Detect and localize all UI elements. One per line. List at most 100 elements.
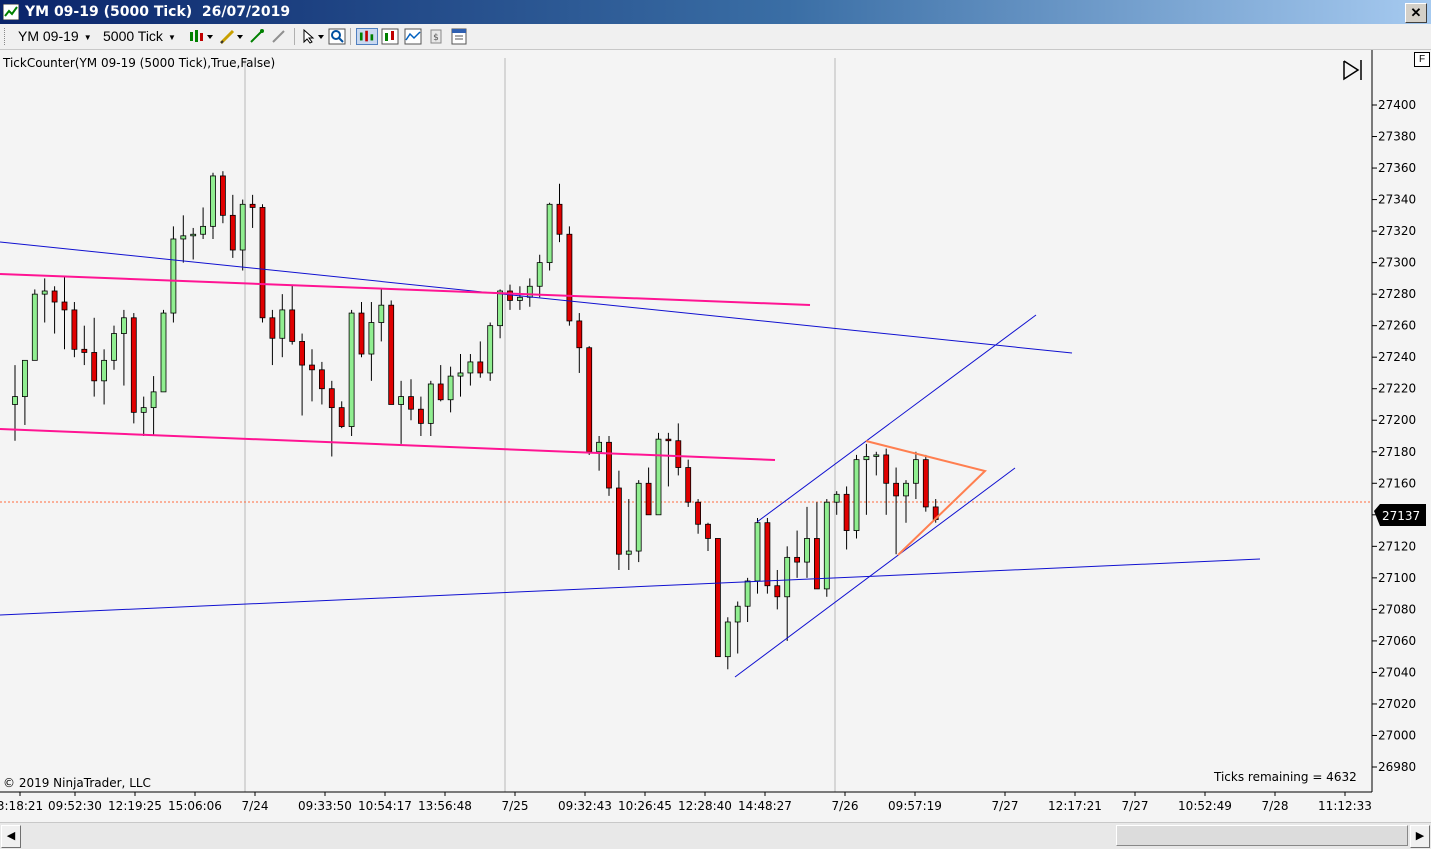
candle-down[interactable] (51, 290, 58, 303)
candle-up[interactable] (863, 456, 870, 461)
candle-up[interactable] (734, 605, 741, 623)
candle-up[interactable] (121, 317, 127, 334)
candle-up[interactable] (833, 493, 840, 503)
candle-down[interactable] (883, 454, 890, 484)
candle-up[interactable] (140, 407, 147, 413)
candle-down[interactable] (259, 207, 266, 319)
candle-up[interactable] (160, 312, 167, 393)
candle-down[interactable] (130, 317, 137, 413)
scroll-left-icon[interactable]: ◀ (1, 825, 21, 848)
candle-up[interactable] (200, 225, 207, 235)
candle-up[interactable] (744, 580, 751, 607)
candle-up[interactable] (655, 438, 662, 516)
panel-float-button[interactable]: F (1414, 52, 1430, 67)
candle-down[interactable] (715, 538, 721, 658)
candle-down[interactable] (91, 352, 98, 382)
candle-up[interactable] (111, 333, 117, 361)
candle-down[interactable] (299, 341, 306, 366)
candle-up[interactable] (903, 482, 909, 497)
candle-down[interactable] (289, 309, 296, 342)
candle-up[interactable] (823, 501, 830, 590)
candle-up[interactable] (804, 538, 810, 563)
candle-down[interactable] (843, 493, 850, 531)
chart-style-icon[interactable] (356, 28, 378, 45)
candle-up[interactable] (427, 383, 434, 424)
candle-down[interactable] (814, 538, 820, 590)
candle-down[interactable] (586, 347, 593, 453)
candle-down[interactable] (675, 440, 682, 468)
horizontal-scrollbar[interactable]: ◀ ▶ (0, 822, 1431, 849)
draw-pencil-icon[interactable] (218, 28, 244, 45)
candle-down[interactable] (774, 585, 781, 598)
instrument-dropdown[interactable]: YM 09-19 ▼ (18, 28, 92, 45)
candle-up[interactable] (546, 203, 553, 264)
candle-down[interactable] (645, 482, 652, 516)
candle-up[interactable] (635, 482, 642, 552)
candle-down[interactable] (893, 482, 899, 497)
candle-up[interactable] (150, 391, 157, 409)
candle-up[interactable] (348, 312, 355, 427)
candle-down[interactable] (417, 408, 424, 424)
candle-down[interactable] (437, 383, 444, 401)
price-markers-icon[interactable] (381, 28, 399, 45)
candle-down[interactable] (328, 388, 335, 409)
indicators-icon[interactable] (404, 28, 422, 45)
candle-down[interactable] (318, 369, 325, 390)
candle-up[interactable] (457, 372, 464, 377)
candle-up[interactable] (41, 290, 48, 295)
candle-up[interactable] (596, 441, 602, 453)
candle-up[interactable] (625, 550, 632, 555)
candle-down[interactable] (922, 459, 929, 508)
candle-up[interactable] (12, 396, 18, 405)
candle-down[interactable] (705, 523, 711, 539)
properties-icon[interactable] (450, 28, 468, 45)
candle-down[interactable] (309, 364, 315, 371)
candle-down[interactable] (229, 214, 236, 251)
candle-up[interactable] (368, 322, 375, 355)
candle-down[interactable] (695, 501, 701, 525)
candle-up[interactable] (239, 203, 246, 251)
candle-up[interactable] (536, 262, 543, 287)
candle-down[interactable] (606, 441, 612, 489)
candle-up[interactable] (497, 290, 504, 327)
candle-down[interactable] (665, 438, 672, 442)
candle-down[interactable] (61, 301, 68, 311)
price-chart[interactable]: 27400 27380 27360 27340 27320 27300 27280 27260… (0, 50, 1431, 822)
candle-up[interactable] (754, 522, 761, 582)
crosshair-icon[interactable] (248, 28, 266, 45)
candle-up[interactable] (31, 293, 38, 361)
candle-down[interactable] (576, 320, 583, 349)
candle-up[interactable] (526, 285, 533, 298)
candle-down[interactable] (269, 317, 276, 339)
candle-down[interactable] (616, 487, 622, 555)
candle-down[interactable] (358, 312, 365, 355)
select-pointer-icon[interactable] (300, 28, 326, 45)
candle-up[interactable] (170, 238, 177, 314)
period-dropdown[interactable]: 5000 Tick ▼ (103, 28, 176, 45)
close-button[interactable]: ✕ (1405, 3, 1427, 23)
candle-up[interactable] (101, 359, 107, 382)
candle-down[interactable] (507, 290, 513, 301)
candle-up[interactable] (398, 396, 405, 405)
candle-down[interactable] (249, 203, 256, 208)
candle-up[interactable] (190, 233, 197, 237)
scrollbar-thumb[interactable] (1116, 825, 1408, 846)
candle-up[interactable] (210, 175, 216, 227)
candle-down[interactable] (338, 407, 345, 427)
candle-up[interactable] (279, 309, 286, 339)
candle-up[interactable] (447, 375, 454, 401)
candle-up[interactable] (180, 235, 187, 240)
candle-down[interactable] (71, 309, 78, 350)
candle-down[interactable] (408, 396, 414, 410)
eraser-icon[interactable] (270, 28, 288, 45)
candle-down[interactable] (764, 522, 771, 587)
candle-down[interactable] (388, 304, 395, 405)
bar-style-icon[interactable] (188, 28, 214, 45)
candle-down[interactable] (81, 348, 88, 353)
scroll-right-icon[interactable]: ▶ (1410, 825, 1430, 848)
candle-up[interactable] (873, 454, 880, 457)
candle-down[interactable] (794, 556, 800, 563)
candle-down[interactable] (685, 467, 692, 503)
candle-up[interactable] (784, 556, 791, 598)
candle-up[interactable] (853, 459, 860, 531)
